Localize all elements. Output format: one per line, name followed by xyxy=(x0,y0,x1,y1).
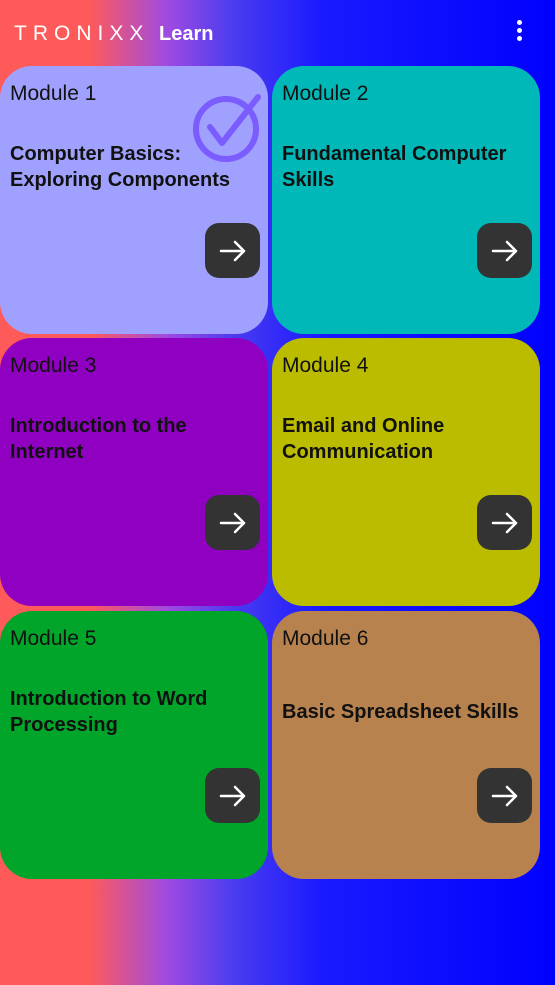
module-title: Email and Online Communication xyxy=(282,415,445,463)
module-title: Basic Spreadsheet Skills xyxy=(282,701,519,723)
open-module-button[interactable] xyxy=(205,768,260,823)
module-card-3[interactable]: Module 3 Introduction to the Internet xyxy=(0,338,268,606)
arrow-right-icon xyxy=(219,240,245,261)
module-label: Module 4 xyxy=(282,354,369,377)
module-title: Fundamental Computer Skills xyxy=(282,143,507,191)
module-label: Module 3 xyxy=(10,354,97,377)
module-card-2[interactable]: Module 2 Fundamental Computer Skills xyxy=(272,66,540,334)
module-card-5[interactable]: Module 5 Introduction to Word Processing xyxy=(0,611,268,879)
arrow-right-icon xyxy=(491,785,517,806)
section-title: Learn xyxy=(159,23,214,45)
module-label: Module 6 xyxy=(282,627,369,650)
module-label: Module 2 xyxy=(282,82,369,105)
module-label: Module 1 xyxy=(10,82,97,105)
top-app-bar: TRONIXX Learn xyxy=(0,0,555,66)
open-module-button[interactable] xyxy=(477,223,532,278)
open-module-button[interactable] xyxy=(205,223,260,278)
module-title: Computer Basics: Exploring Components xyxy=(10,143,230,191)
arrow-right-icon xyxy=(219,785,245,806)
arrow-right-icon xyxy=(491,512,517,533)
module-card-6[interactable]: Module 6 Basic Spreadsheet Skills xyxy=(272,611,540,879)
module-title: Introduction to the Internet xyxy=(10,415,187,463)
brand-logo-text: TRONIXX xyxy=(14,22,150,45)
more-vertical-icon[interactable] xyxy=(509,20,529,52)
module-card-1[interactable]: Module 1 Computer Basics: Exploring Comp… xyxy=(0,66,268,334)
module-card-4[interactable]: Module 4 Email and Online Communication xyxy=(272,338,540,606)
open-module-button[interactable] xyxy=(205,495,260,550)
module-title: Introduction to Word Processing xyxy=(10,688,208,736)
arrow-right-icon xyxy=(219,512,245,533)
open-module-button[interactable] xyxy=(477,495,532,550)
open-module-button[interactable] xyxy=(477,768,532,823)
arrow-right-icon xyxy=(491,240,517,261)
module-label: Module 5 xyxy=(10,627,97,650)
